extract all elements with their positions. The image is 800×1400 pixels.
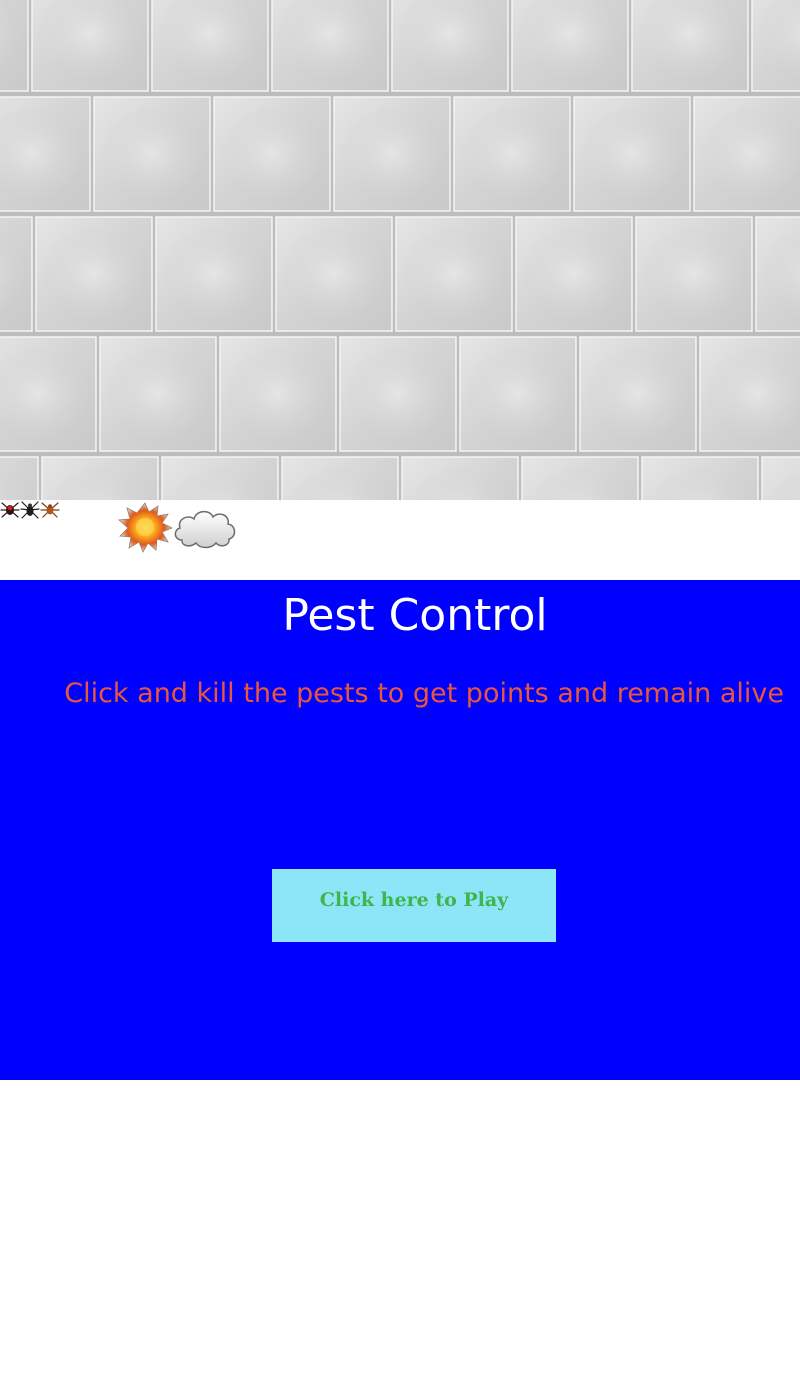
tile-swirl xyxy=(164,228,264,320)
tile-swirl xyxy=(462,108,562,200)
tile-swirl xyxy=(348,348,448,440)
explosion-icon xyxy=(118,502,173,553)
tile-swirl xyxy=(582,108,682,200)
tile-swirl xyxy=(404,228,504,320)
tile-swirl xyxy=(468,348,568,440)
tile-swirl xyxy=(342,108,442,200)
tile-wall-image xyxy=(0,0,800,500)
start-menu-panel: Pest Control Click and kill the pests to… xyxy=(0,580,800,1080)
tile-swirl xyxy=(284,228,384,320)
game-title: Pest Control xyxy=(282,590,548,641)
tile-swirl xyxy=(228,348,328,440)
smoke-cloud-icon xyxy=(174,510,236,549)
tile-swirl xyxy=(222,108,322,200)
tile-swirl xyxy=(524,228,624,320)
game-stage[interactable]: Pest Control Click and kill the pests to… xyxy=(0,0,800,1400)
orange-spider-icon xyxy=(40,502,60,518)
tile-swirl xyxy=(644,228,744,320)
tile-swirl xyxy=(108,348,208,440)
tile-swirl xyxy=(44,228,144,320)
red-bug-icon xyxy=(0,502,20,518)
tile-swirl xyxy=(102,108,202,200)
black-spider-icon xyxy=(20,501,40,519)
tile-swirl xyxy=(588,348,688,440)
tile-swirl xyxy=(702,108,800,200)
play-button[interactable]: Click here to Play xyxy=(272,869,556,942)
sprite-strip xyxy=(0,500,800,580)
tile-wall-background[interactable] xyxy=(0,0,800,500)
game-instructions: Click and kill the pests to get points a… xyxy=(64,678,784,709)
